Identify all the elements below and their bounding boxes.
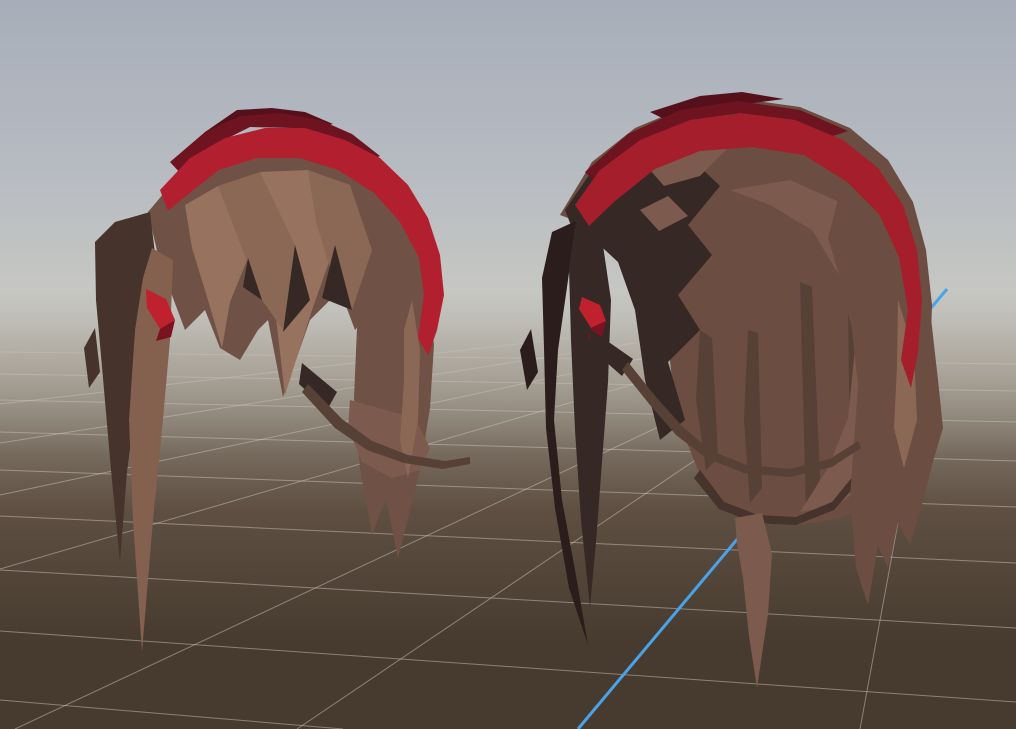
viewport-3d[interactable] xyxy=(0,0,1016,729)
scene-canvas xyxy=(0,0,1016,729)
